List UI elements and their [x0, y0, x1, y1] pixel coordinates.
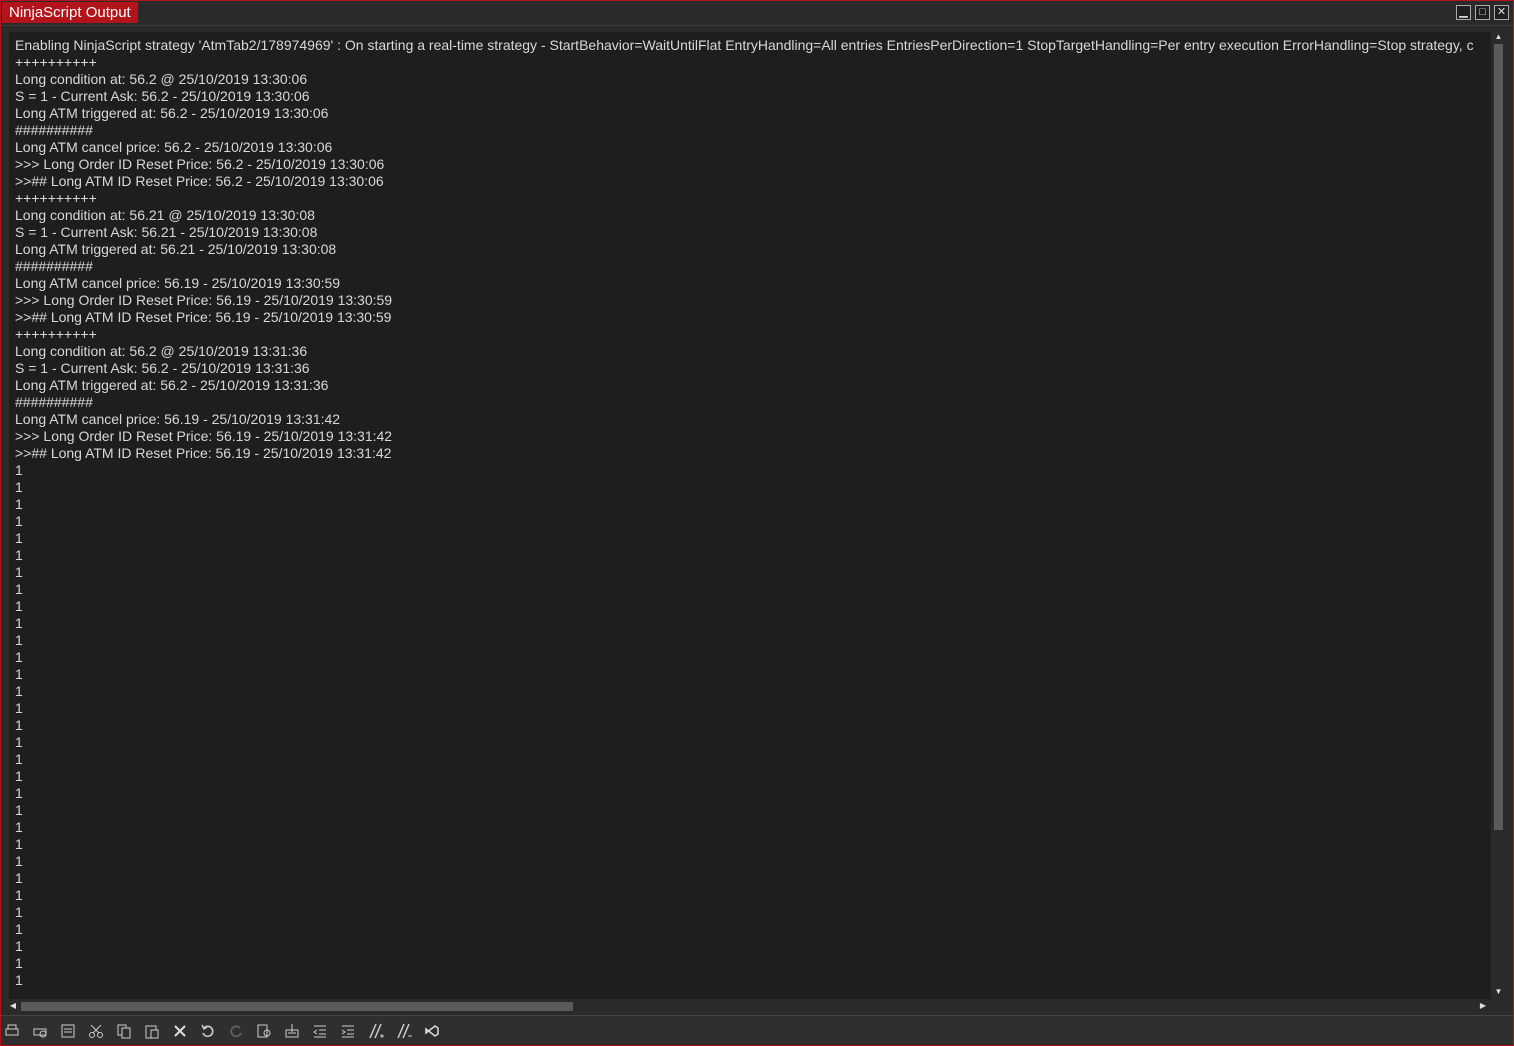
vertical-scrollbar[interactable]: ▲ ▼	[1491, 32, 1506, 999]
print-icon[interactable]	[1, 1020, 23, 1042]
output-line: Long ATM triggered at: 56.2 - 25/10/2019…	[15, 377, 329, 393]
uncomment-icon[interactable]	[393, 1020, 415, 1042]
output-line: 1	[15, 462, 23, 478]
output-line: 1	[15, 938, 23, 954]
redo-icon[interactable]	[225, 1020, 247, 1042]
output-line: 1	[15, 836, 23, 852]
output-line: 1	[15, 615, 23, 631]
output-line: 1	[15, 972, 23, 988]
output-line: >>## Long ATM ID Reset Price: 56.19 - 25…	[15, 309, 392, 325]
output-line: 1	[15, 921, 23, 937]
window-title: NinjaScript Output	[2, 2, 138, 23]
output-line: 1	[15, 666, 23, 682]
output-line: Long condition at: 56.2 @ 25/10/2019 13:…	[15, 71, 308, 87]
output-line: 1	[15, 564, 23, 580]
copy-icon[interactable]	[113, 1020, 135, 1042]
output-line: 1	[15, 785, 23, 801]
ninjascript-output-window: NinjaScript Output ▁ □ ✕ Enabling NinjaS…	[0, 0, 1514, 1046]
output-line: ++++++++++	[15, 326, 97, 342]
output-line: >>## Long ATM ID Reset Price: 56.19 - 25…	[15, 445, 392, 461]
output-line: >>## Long ATM ID Reset Price: 56.2 - 25/…	[15, 173, 384, 189]
output-line: ++++++++++	[15, 54, 97, 70]
visual-studio-icon[interactable]	[421, 1020, 443, 1042]
clear-icon[interactable]	[169, 1020, 191, 1042]
comment-icon[interactable]	[365, 1020, 387, 1042]
output-line: Long ATM triggered at: 56.21 - 25/10/201…	[15, 241, 337, 257]
output-line: 1	[15, 632, 23, 648]
title-bar[interactable]: NinjaScript Output ▁ □ ✕	[1, 1, 1513, 26]
output-line: 1	[15, 768, 23, 784]
output-line: 1	[15, 887, 23, 903]
output-line: 1	[15, 683, 23, 699]
output-line: 1	[15, 904, 23, 920]
horizontal-scroll-thumb[interactable]	[21, 1002, 573, 1011]
output-line: 1	[15, 547, 23, 563]
output-line: Long ATM triggered at: 56.2 - 25/10/2019…	[15, 105, 329, 121]
maximize-icon[interactable]: □	[1475, 5, 1490, 20]
scroll-right-arrow-icon[interactable]: ▶	[1479, 1001, 1487, 1011]
output-line: 1	[15, 513, 23, 529]
vertical-scroll-thumb[interactable]	[1494, 44, 1503, 830]
output-line: Long condition at: 56.21 @ 25/10/2019 13…	[15, 207, 315, 223]
scroll-left-arrow-icon[interactable]: ◀	[9, 1001, 17, 1011]
indent-icon[interactable]	[337, 1020, 359, 1042]
output-line: 1	[15, 649, 23, 665]
output-line: >>> Long Order ID Reset Price: 56.2 - 25…	[15, 156, 385, 172]
output-line: 1	[15, 530, 23, 546]
output-line: S = 1 - Current Ask: 56.2 - 25/10/2019 1…	[15, 360, 310, 376]
output-line: 1	[15, 598, 23, 614]
output-line: 1	[15, 802, 23, 818]
output-line: Enabling NinjaScript strategy 'AtmTab2/1…	[15, 37, 1474, 53]
scroll-down-arrow-icon[interactable]: ▼	[1491, 987, 1506, 997]
print-preview-icon[interactable]	[29, 1020, 51, 1042]
output-line: >>> Long Order ID Reset Price: 56.19 - 2…	[15, 292, 393, 308]
page-setup-icon[interactable]	[57, 1020, 79, 1042]
editor-toolbar	[1, 1015, 1513, 1044]
scroll-up-arrow-icon[interactable]: ▲	[1491, 32, 1506, 42]
output-line: Long ATM cancel price: 56.19 - 25/10/201…	[15, 275, 341, 291]
output-line: 1	[15, 955, 23, 971]
output-line: ++++++++++	[15, 190, 97, 206]
output-line: 1	[15, 496, 23, 512]
output-line: 1	[15, 751, 23, 767]
output-line: >>> Long Order ID Reset Price: 56.19 - 2…	[15, 428, 393, 444]
cut-icon[interactable]	[85, 1020, 107, 1042]
horizontal-scrollbar[interactable]: ◀ ▶	[9, 999, 1491, 1014]
save-icon[interactable]	[281, 1020, 303, 1042]
outdent-icon[interactable]	[309, 1020, 331, 1042]
output-line: 1	[15, 581, 23, 597]
output-line: 1	[15, 734, 23, 750]
output-line: 1	[15, 870, 23, 886]
output-line: 1	[15, 479, 23, 495]
output-line: Long ATM cancel price: 56.19 - 25/10/201…	[15, 411, 341, 427]
undo-icon[interactable]	[197, 1020, 219, 1042]
output-line: Long condition at: 56.2 @ 25/10/2019 13:…	[15, 343, 308, 359]
output-line: ##########	[15, 122, 93, 138]
minimize-icon[interactable]: ▁	[1456, 5, 1471, 20]
output-line: Long ATM cancel price: 56.2 - 25/10/2019…	[15, 139, 333, 155]
output-line: S = 1 - Current Ask: 56.21 - 25/10/2019 …	[15, 224, 318, 240]
output-line: 1	[15, 819, 23, 835]
find-icon[interactable]	[253, 1020, 275, 1042]
output-line: ##########	[15, 258, 93, 274]
paste-icon[interactable]	[141, 1020, 163, 1042]
output-line: S = 1 - Current Ask: 56.2 - 25/10/2019 1…	[15, 88, 310, 104]
close-icon[interactable]: ✕	[1494, 5, 1509, 20]
output-line: 1	[15, 700, 23, 716]
output-text-area[interactable]: Enabling NinjaScript strategy 'AtmTab2/1…	[9, 32, 1491, 999]
output-line: ##########	[15, 394, 93, 410]
output-line: 1	[15, 717, 23, 733]
output-line: 1	[15, 853, 23, 869]
